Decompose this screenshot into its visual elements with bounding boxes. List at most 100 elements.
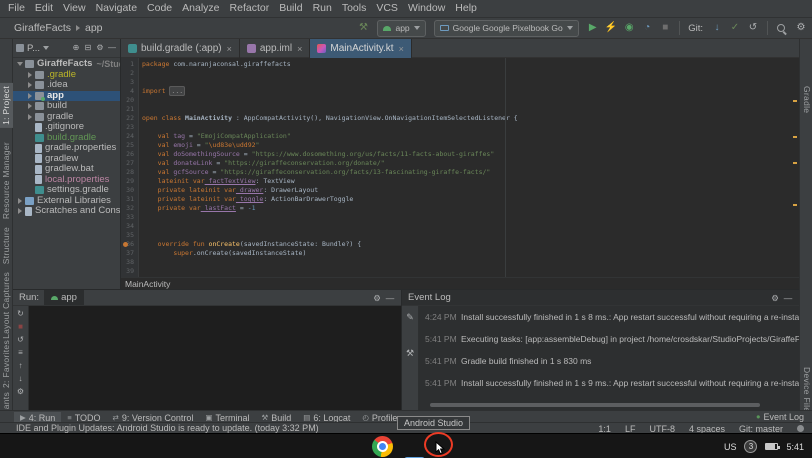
menu-item-edit[interactable]: Edit	[30, 0, 58, 17]
tree-item-gradle[interactable]: gradle	[13, 112, 120, 123]
breadcrumb-item-giraffefacts[interactable]: GiraffeFacts	[14, 22, 71, 34]
code-editor[interactable]: 1234202122232425262728293031323334353637…	[121, 58, 799, 277]
tool-window-button-structure[interactable]: Structure	[0, 224, 13, 267]
tree-arrow	[26, 103, 34, 109]
tree-item-local-properties[interactable]: local.properties	[13, 175, 120, 186]
file-icon	[35, 144, 42, 153]
close-icon[interactable]: ×	[227, 44, 232, 54]
menu-item-analyze[interactable]: Analyze	[177, 0, 224, 17]
run-config-selector[interactable]: app	[377, 20, 425, 37]
settings-icon[interactable]: ⚙	[95, 41, 105, 55]
editor-tab-mainactivity-kt[interactable]: MainActivity.kt×	[310, 39, 411, 58]
menu-item-run[interactable]: Run	[308, 0, 337, 17]
tree-item-scratches-and-consoles[interactable]: Scratches and Consoles	[13, 206, 120, 217]
rerun-icon[interactable]: ↻	[15, 309, 27, 319]
tree-item-gradlew-bat[interactable]: gradlew.bat	[13, 164, 120, 175]
tool-window-button-2-favorites[interactable]: 2: Favorites	[0, 337, 13, 391]
menu-item-vcs[interactable]: VCS	[371, 0, 403, 17]
settings-icon[interactable]: ⚙	[770, 291, 780, 305]
layout-icon[interactable]: ≡	[15, 348, 27, 358]
editor-tab-app-iml[interactable]: app.iml×	[240, 39, 311, 58]
breadcrumb-item-app[interactable]: app	[85, 22, 103, 34]
run-icon[interactable]: ▶	[587, 21, 599, 35]
update-project-icon[interactable]: ↓	[711, 21, 723, 35]
close-icon[interactable]: ×	[297, 44, 302, 54]
device-selector[interactable]: Google Google Pixelbook Go	[434, 20, 579, 37]
tree-item-gradle-properties[interactable]: gradle.properties	[13, 143, 120, 154]
status-encoding[interactable]: UTF-8	[649, 424, 675, 434]
notification-badge[interactable]: 3	[744, 440, 757, 453]
tool-window-button-layout-captures[interactable]: Layout Captures	[0, 269, 13, 342]
menu-item-build[interactable]: Build	[274, 0, 307, 17]
battery-icon[interactable]	[765, 443, 778, 450]
close-icon[interactable]: ×	[399, 44, 404, 54]
editor-breadcrumb[interactable]: MainActivity	[121, 277, 799, 289]
editor-tab-build-gradle-app-[interactable]: build.gradle (:app)×	[121, 39, 240, 58]
run-console[interactable]	[29, 306, 401, 410]
tree-item-build-gradle[interactable]: build.gradle	[13, 133, 120, 144]
tree-item-gradlew[interactable]: gradlew	[13, 154, 120, 165]
build-hammer-icon[interactable]: ⚒	[357, 21, 369, 35]
gutter-line-number: 24	[121, 132, 138, 141]
tree-item-build[interactable]: build	[13, 101, 120, 112]
up-stack-icon[interactable]: ↑	[15, 361, 27, 371]
tool-window-button-gradle[interactable]: Gradle	[800, 83, 812, 116]
clock[interactable]: 5:41	[786, 442, 804, 452]
restart-activity-icon[interactable]: ↺	[15, 335, 27, 345]
stop-icon[interactable]: ■	[659, 21, 671, 35]
status-line-separator[interactable]: LF	[625, 424, 636, 434]
tree-item--idea[interactable]: .idea	[13, 80, 120, 91]
menu-item-help[interactable]: Help	[450, 0, 482, 17]
override-gutter-icon[interactable]	[123, 242, 128, 247]
tree-item-app[interactable]: app	[13, 91, 120, 102]
status-git-branch[interactable]: Git: master	[739, 424, 783, 434]
hide-icon[interactable]: —	[107, 41, 117, 55]
event-log-title: Event Log	[408, 292, 451, 303]
left-tool-window-stripe: 1: Project Resource Manager Structure Layou…	[0, 39, 13, 410]
editor-code-area[interactable]: package com.naranjaconsal.giraffefactsim…	[140, 58, 789, 277]
tree-arrow	[16, 62, 24, 66]
edit-icon[interactable]: ✎	[404, 310, 416, 324]
keyboard-layout[interactable]: US	[724, 442, 737, 452]
debug-icon[interactable]: ◉	[623, 21, 635, 35]
horizontal-scrollbar[interactable]	[430, 403, 760, 407]
menu-item-window[interactable]: Window	[403, 0, 450, 17]
tree-item-settings-gradle[interactable]: settings.gradle	[13, 185, 120, 196]
profile-icon[interactable]: ◔	[641, 21, 653, 35]
tool-window-button-1-project[interactable]: 1: Project	[0, 83, 13, 128]
tree-item-giraffefacts[interactable]: GiraffeFacts~/StudioProje	[13, 59, 120, 70]
rollback-icon[interactable]: ↺	[747, 21, 759, 35]
locate-icon[interactable]: ⊕	[71, 41, 81, 55]
stop-icon[interactable]: ■	[15, 322, 27, 332]
settings-gear-icon[interactable]: ⚙	[795, 21, 807, 35]
menu-item-tools[interactable]: Tools	[337, 0, 372, 17]
apply-changes-icon[interactable]: ⚡	[605, 21, 617, 35]
down-stack-icon[interactable]: ↓	[15, 374, 27, 384]
tree-item-external-libraries[interactable]: External Libraries	[13, 196, 120, 207]
folder-icon	[35, 81, 44, 89]
hide-icon[interactable]: —	[783, 291, 793, 305]
menu-item-file[interactable]: File	[3, 0, 30, 17]
settings-icon[interactable]: ⚙	[372, 291, 382, 305]
tool-window-button-resource-manager[interactable]: Resource Manager	[0, 139, 13, 222]
run-tab-app[interactable]: app	[44, 290, 84, 305]
menu-item-view[interactable]: View	[58, 0, 91, 17]
tree-item--gradle[interactable]: .gradle	[13, 70, 120, 81]
search-icon[interactable]	[776, 23, 787, 34]
notifications-icon[interactable]	[797, 425, 804, 432]
settings-icon[interactable]: ⚙	[15, 387, 27, 397]
status-indent[interactable]: 4 spaces	[689, 424, 725, 434]
menu-item-refactor[interactable]: Refactor	[225, 0, 275, 17]
project-view-selector[interactable]: P...	[27, 43, 40, 54]
wrench-icon[interactable]: ⚒	[404, 346, 416, 360]
menu-item-code[interactable]: Code	[142, 0, 177, 17]
chrome-taskbar-icon[interactable]	[372, 436, 393, 457]
commit-icon[interactable]: ✓	[729, 21, 741, 35]
tree-item--gitignore[interactable]: .gitignore	[13, 122, 120, 133]
collapse-all-icon[interactable]: ⊟	[83, 41, 93, 55]
status-caret-position[interactable]: 1:1	[598, 424, 611, 434]
menu-item-navigate[interactable]: Navigate	[91, 0, 142, 17]
event-log-entries[interactable]: 4:24 PMInstall successfully finished in …	[419, 306, 799, 410]
hide-icon[interactable]: —	[385, 291, 395, 305]
tree-item-label: app	[47, 91, 64, 102]
